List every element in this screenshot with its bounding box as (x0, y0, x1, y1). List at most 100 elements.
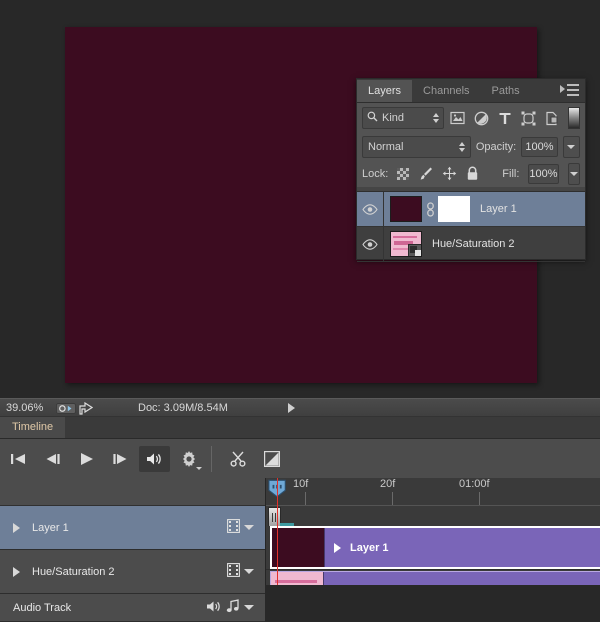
type-layer-filter-icon[interactable] (495, 108, 515, 128)
track-expand-arrow-icon-1[interactable] (13, 522, 20, 533)
fill-input[interactable]: 100% (528, 163, 559, 184)
share-icon[interactable] (76, 401, 96, 415)
clip-thumbnail-2 (271, 572, 324, 585)
mute-audio-button[interactable] (139, 446, 170, 472)
track-row-layer-1[interactable]: Layer 1 (0, 506, 265, 550)
filter-kind-select[interactable]: Kind (362, 107, 444, 129)
fill-label: Fill: (502, 167, 520, 180)
status-expand-arrow-icon[interactable] (287, 403, 295, 413)
lock-position-icon[interactable] (442, 166, 457, 182)
gear-icon (182, 451, 195, 467)
clip-layer-1[interactable]: Layer 1 (270, 526, 600, 569)
split-at-playhead-button[interactable] (222, 446, 253, 472)
layer-thumbnails-2 (384, 231, 422, 257)
layer-row-layer-1[interactable]: Layer 1 (357, 192, 585, 227)
link-chain-icon[interactable] (425, 197, 435, 221)
transition-button[interactable] (256, 446, 287, 472)
previous-frame-button[interactable] (37, 446, 68, 472)
clip-expand-arrow-icon-1[interactable] (334, 542, 341, 553)
fill-dropdown-icon[interactable] (567, 162, 580, 185)
lock-all-icon[interactable] (466, 166, 479, 182)
tab-timeline[interactable]: Timeline (0, 417, 66, 438)
settings-dropdown-arrow-icon[interactable] (196, 467, 202, 470)
pixel-layer-filter-icon[interactable] (448, 108, 468, 128)
track-row-hue-saturation-2[interactable]: Hue/Saturation 2 (0, 550, 265, 594)
search-icon (367, 111, 378, 125)
layer-name-1[interactable]: Layer 1 (480, 203, 517, 215)
timeline-settings-button[interactable] (173, 446, 204, 472)
tab-channels[interactable]: Channels (412, 80, 481, 102)
toolbar-separator (211, 446, 212, 472)
zoom-level[interactable]: 39.06% (0, 402, 56, 414)
adjustment-layer-thumbnail-2[interactable] (390, 231, 422, 257)
panel-menu-icon[interactable] (560, 84, 579, 96)
layers-panel-tabbar: Layers Channels Paths (357, 79, 585, 103)
ruler-tick-20f (392, 492, 393, 505)
next-frame-button[interactable] (105, 446, 136, 472)
track-row-audio[interactable]: Audio Track (0, 594, 265, 622)
timeline-body: Layer 1 Hue/Saturation 2 Audio Track 10f… (0, 478, 600, 622)
opacity-dropdown-icon[interactable] (562, 135, 580, 158)
clip-thumbnail-1 (272, 528, 325, 567)
play-button[interactable] (71, 446, 102, 472)
track-header-column: Layer 1 Hue/Saturation 2 Audio Track (0, 478, 266, 622)
filmstrip-icon-2[interactable] (227, 563, 240, 580)
timeline-tabbar: Timeline (0, 416, 600, 439)
filmstrip-icon-1[interactable] (227, 519, 240, 536)
go-to-first-frame-button[interactable] (3, 446, 34, 472)
blend-mode-row: Normal Opacity: 100% (357, 133, 585, 160)
playhead-marker-icon[interactable] (268, 479, 288, 498)
music-note-icon[interactable] (226, 599, 240, 616)
filter-kind-stepper-icon[interactable] (432, 113, 439, 123)
speaker-icon[interactable] (206, 600, 222, 616)
clip-row-layer-1: Layer 1 (266, 526, 600, 570)
timeline-panel: Timeline Layer 1 Hue/Saturation 2 Audio … (0, 416, 600, 622)
document-size-status: Doc: 3.09M/8.54M (138, 402, 228, 414)
lock-row: Lock: Fill: 100% (357, 160, 585, 187)
clip-row-hue-saturation-2: Hue/Saturation 2 (266, 570, 600, 585)
ruler-label-20f: 20f (380, 478, 396, 490)
timeline-tabbar-filler (65, 417, 600, 438)
blend-mode-select[interactable]: Normal (362, 135, 471, 158)
layer-visibility-toggle-2[interactable] (357, 227, 384, 261)
status-bar: 39.06% Doc: 3.09M/8.54M (0, 398, 600, 417)
timeline-track-area[interactable]: 10f 20f 01:00f Layer 1 (266, 478, 600, 585)
layer-name-2[interactable]: Hue/Saturation 2 (432, 238, 515, 250)
filter-toggle-icon[interactable] (568, 107, 580, 129)
track-label-2: Hue/Saturation 2 (32, 565, 115, 578)
shape-layer-filter-icon[interactable] (519, 108, 539, 128)
ruler-tick-0100f (479, 492, 480, 505)
ruler-label-0100f: 01:00f (459, 478, 490, 490)
audio-options-arrow-icon[interactable] (244, 605, 254, 610)
opacity-label: Opacity: (475, 140, 517, 153)
blend-mode-stepper-icon[interactable] (458, 141, 465, 152)
timeline-ruler[interactable]: 10f 20f 01:00f (266, 478, 600, 585)
track-options-arrow-icon-2[interactable] (244, 569, 254, 574)
layers-panel: Layers Channels Paths Kind Normal Opacit… (356, 78, 586, 262)
clip-name-1: Layer 1 (350, 541, 389, 554)
track-expand-arrow-icon-2[interactable] (13, 566, 20, 577)
ruler-label-10f: 10f (293, 478, 309, 490)
layers-list: Layer 1 Hue/Saturation 2 (357, 191, 585, 262)
tab-layers[interactable]: Layers (357, 80, 413, 102)
lock-label: Lock: (362, 167, 389, 180)
eye-icon (362, 238, 378, 250)
clip-hue-saturation-2[interactable]: Hue/Saturation 2 (270, 571, 600, 585)
lock-image-pixels-icon[interactable] (418, 166, 433, 182)
tab-paths[interactable]: Paths (480, 80, 531, 102)
layer-row-hue-saturation-2[interactable]: Hue/Saturation 2 (357, 227, 585, 262)
proof-colors-icon[interactable] (56, 401, 76, 415)
layer-mask-thumbnail-1[interactable] (438, 196, 470, 222)
lock-transparency-icon[interactable] (397, 166, 410, 182)
playhead-line (277, 478, 278, 585)
blend-mode-value: Normal (368, 140, 404, 153)
adjustment-layer-filter-icon[interactable] (471, 108, 491, 128)
layer-visibility-toggle-1[interactable] (357, 192, 384, 226)
ruler-tick-10f (305, 492, 306, 505)
opacity-input[interactable]: 100% (521, 136, 558, 157)
track-label-1: Layer 1 (32, 521, 69, 534)
smart-object-filter-icon[interactable] (542, 108, 562, 128)
timeline-toolbar (0, 439, 600, 480)
track-options-arrow-icon-1[interactable] (244, 525, 254, 530)
layer-thumbnail-1[interactable] (390, 196, 422, 222)
